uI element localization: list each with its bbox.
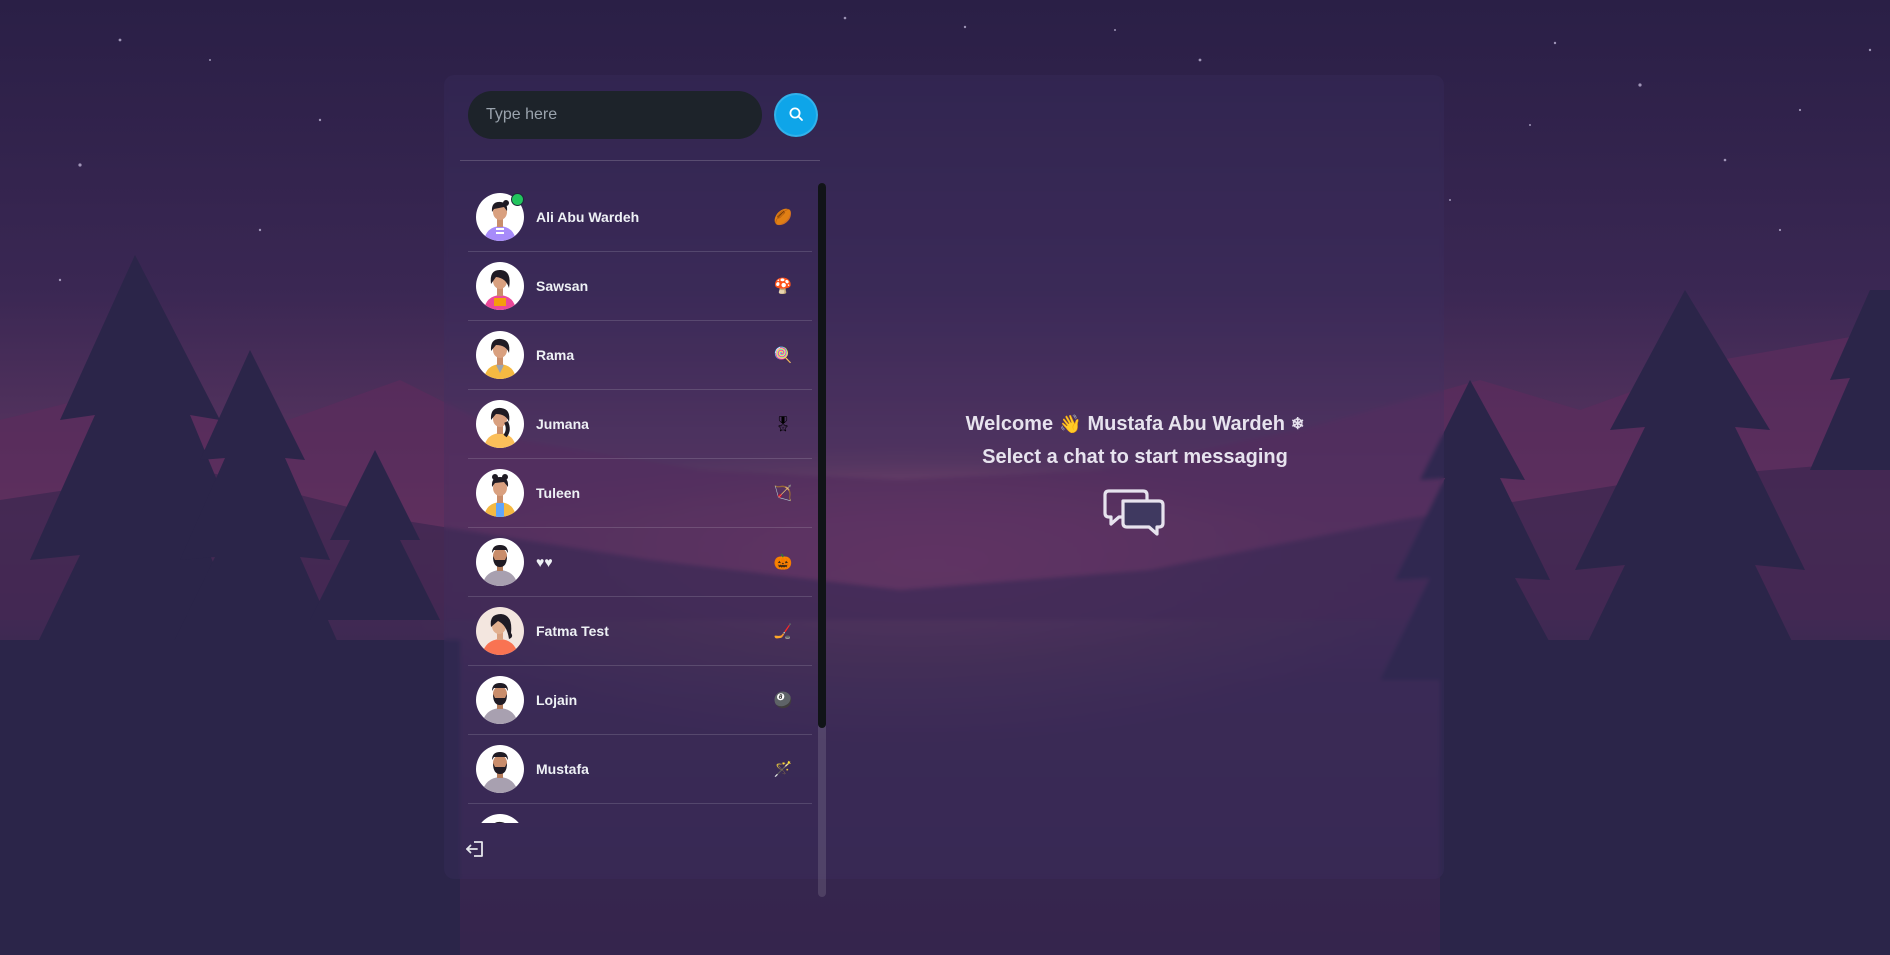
conversation-scrollbar-thumb[interactable] (818, 183, 826, 728)
conversation-emoji: 🎱 (773, 692, 793, 709)
conversation-emoji: 🎖 (773, 416, 793, 433)
avatar (476, 676, 524, 724)
conversation-name: Tuleen (536, 485, 581, 501)
conversation-name: Mustafa (536, 761, 589, 777)
snowflake-emoji: ❄ (1290, 416, 1305, 433)
sidebar-divider (460, 160, 820, 161)
conversation-item[interactable]: Jumana 🎖 (468, 390, 812, 459)
avatar (476, 400, 524, 448)
sidebar: Ali Abu Wardeh 🏉 (444, 75, 826, 897)
conversation-item[interactable]: Fatma Test 🏒 (468, 597, 812, 666)
search-icon (788, 106, 804, 125)
avatar (476, 538, 524, 586)
conversation-item[interactable]: Tuleen 🏹 (468, 459, 812, 528)
conversation-emoji: 🏒 (773, 623, 793, 640)
conversation-item[interactable]: Sawsan 🍄 (468, 252, 812, 321)
conversation-emoji: 🍭 (773, 347, 793, 364)
logout-icon (464, 841, 488, 865)
chat-bubbles-icon (1103, 487, 1167, 544)
conversation-item[interactable]: ♥♥ 🎃 (468, 528, 812, 597)
logout-button[interactable] (464, 837, 488, 861)
welcome-heading: Welcome 👋 Mustafa Abu Wardeh ❄ (966, 413, 1305, 436)
conversation-name: Lojain (536, 692, 578, 708)
conversation-name: Rama (536, 347, 575, 363)
welcome-greeting: Welcome (965, 412, 1054, 435)
conversation-item[interactable]: Lojain 🎱 (468, 666, 812, 735)
avatar (476, 745, 524, 793)
conversation-list: Ali Abu Wardeh 🏉 Sawsan 🍄 Rama 🍭 Jumana … (468, 183, 812, 897)
conversation-item[interactable]: Mustafa 🪄 (468, 735, 812, 804)
conversation-item[interactable]: Ali Abu Wardeh 🏉 (468, 183, 812, 252)
search-input[interactable] (468, 91, 762, 139)
avatar (476, 814, 524, 823)
conversation-name: Ali Abu Wardeh (536, 209, 640, 225)
conversation-emoji: 🍄 (773, 278, 793, 295)
wave-emoji: 👋 (1059, 413, 1082, 434)
conversation-name: Jumana (536, 416, 589, 432)
search-form (468, 91, 818, 139)
conversation-emoji: 🏹 (773, 485, 793, 502)
conversation-emoji: 🎃 (773, 554, 793, 571)
avatar (476, 469, 524, 517)
avatar (476, 331, 524, 379)
conversation-name: ♥♥ (536, 554, 553, 570)
conversation-emoji: 🏉 (773, 209, 793, 226)
search-button[interactable] (774, 93, 818, 137)
conversation-item[interactable]: Rama 🍭 (468, 321, 812, 390)
chat-app-container: Ali Abu Wardeh 🏉 (444, 75, 1444, 897)
conversation-emoji: 🪄 (773, 761, 793, 778)
online-status-dot (511, 193, 524, 206)
conversation-name: Fatma Test (536, 623, 609, 639)
avatar (476, 262, 524, 310)
avatar (476, 607, 524, 655)
avatar (476, 193, 524, 241)
welcome-user-name: Mustafa Abu Wardeh (1087, 412, 1285, 435)
welcome-prompt: Select a chat to start messaging (982, 445, 1288, 468)
conversation-name: Sawsan (536, 278, 589, 294)
welcome-panel: Welcome 👋 Mustafa Abu Wardeh ❄ Select a … (826, 75, 1444, 879)
conversation-item-partial[interactable] (468, 804, 812, 823)
